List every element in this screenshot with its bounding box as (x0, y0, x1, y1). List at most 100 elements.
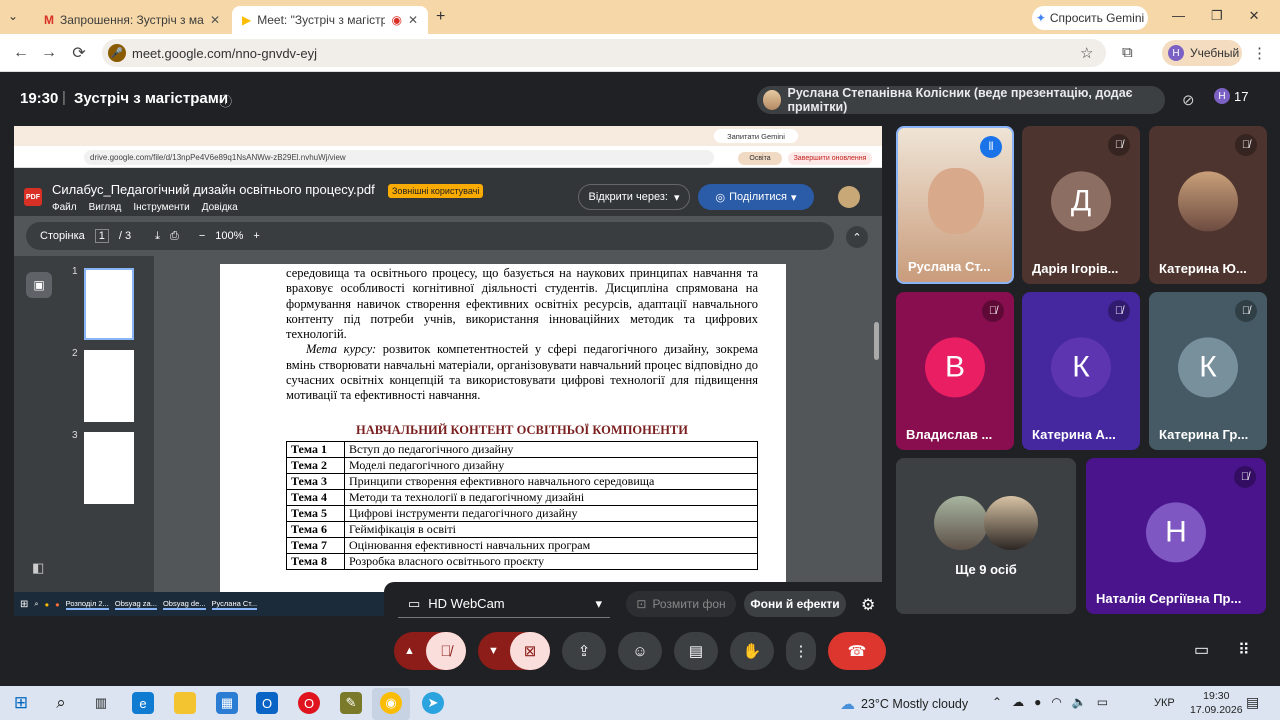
chevron-up-icon[interactable]: ⌃ (992, 695, 1002, 709)
blur-button[interactable]: ⊡ Розмити фон (626, 591, 736, 617)
menu-icon[interactable]: ⋮ (1252, 44, 1267, 62)
participant-tile[interactable]: В 🎙̸ Владислав ... (896, 292, 1014, 450)
activities-icon[interactable]: ⠿ (1238, 640, 1250, 660)
topic-number: Тема 7 (286, 536, 345, 554)
minimize-icon[interactable]: — (1172, 8, 1185, 24)
chevron-down-icon: ▼ (488, 645, 499, 657)
tab-search-icon[interactable]: ⌄ (8, 9, 18, 23)
inner-gemini-button: Запитати Gemini (714, 129, 798, 143)
table-row: Тема 5 Цифрові інструменти педагогічного … (286, 504, 758, 522)
avatar: К (1051, 337, 1111, 398)
leave-call-button[interactable]: ☎ (828, 632, 886, 670)
clock[interactable]: 19:30 17.09.2026 (1190, 689, 1243, 717)
close-icon[interactable]: ✕ (408, 13, 418, 27)
blur-label: Розмити фон (652, 597, 726, 611)
captions-button[interactable]: ▤ (674, 632, 718, 670)
onedrive-icon[interactable]: ☁ (1012, 695, 1024, 709)
more-participants-tile[interactable]: Ще 9 осіб (896, 458, 1076, 614)
gemini-button[interactable]: ✦ Спросить Gemini (1032, 6, 1148, 30)
globe-icon: ◎ (715, 191, 726, 204)
table-row: Тема 7 Оцінювання ефективності навчальних… (286, 536, 758, 554)
participant-tile[interactable]: К 🎙̸ Катерина А... (1022, 292, 1140, 450)
maximize-icon[interactable]: ❐ (1211, 8, 1223, 24)
microphone-icon[interactable]: 🎤 (108, 44, 126, 62)
store-icon[interactable]: ▦ (216, 692, 238, 714)
mic-toggle-button[interactable]: 🎙̸ (426, 632, 466, 670)
tab-label: Meet: "Зустріч з магістрам (257, 13, 386, 27)
chat-icon[interactable]: ▭ (1194, 640, 1209, 660)
profile-button[interactable]: Н Учебный (1162, 40, 1242, 66)
reactions-button[interactable]: ☺ (618, 632, 662, 670)
dropdown-icon: ▾ (673, 191, 680, 204)
topic-name: Моделі педагогічного дизайну (344, 456, 758, 474)
table-row: Тема 2 Моделі педагогічного дизайну (286, 456, 758, 474)
camera-toggle-button[interactable]: ⊠ (510, 632, 550, 670)
participant-name: Катерина А... (1032, 427, 1116, 442)
extensions-icon[interactable]: ⧉ (1122, 44, 1133, 61)
notifications-icon[interactable]: ▤ (1246, 694, 1259, 711)
raise-hand-button[interactable]: ✋ (730, 632, 774, 670)
participant-tile[interactable]: К 🎙̸ Катерина Гр... (1149, 292, 1267, 450)
participant-tile[interactable]: Д 🎙̸ Дарія Ігорів... (1022, 126, 1140, 284)
windows-icon: ⊞ (20, 598, 29, 610)
page-input: 1 (94, 229, 109, 243)
tab-meet[interactable]: ▶ Meet: "Зустріч з магістрам ◉ ✕ (232, 6, 428, 34)
thumb-number: 1 (72, 266, 78, 277)
avatar (934, 496, 988, 550)
shared-screen: Запитати Gemini drive.google.com/file/d/… (14, 126, 882, 592)
present-button[interactable]: ⇪ (562, 632, 606, 670)
volume-icon[interactable]: 🔈 (1072, 695, 1087, 709)
address-bar[interactable]: meet.google.com/nno-gnvdv-eyj (102, 39, 1106, 67)
back-icon[interactable]: ← (10, 42, 32, 64)
reload-icon[interactable]: ⟳ (68, 42, 90, 64)
meeting-time: 19:30 (20, 90, 59, 107)
forward-icon[interactable]: → (38, 42, 60, 64)
info-icon[interactable]: ⓘ (219, 91, 232, 110)
close-icon[interactable]: ✕ (210, 13, 220, 27)
firefox-icon: ● (55, 599, 60, 609)
topic-number: Тема 8 (286, 552, 345, 570)
edge-icon[interactable]: e (132, 692, 154, 714)
wifi-icon[interactable]: ◠ (1051, 695, 1061, 709)
avatar: Н (1146, 502, 1206, 563)
bookmark-star-icon[interactable]: ☆ (1080, 44, 1093, 62)
participants-button[interactable]: Н 17 (1214, 88, 1248, 104)
thumbnail-sidebar: ▣ 1 2 3 ◧ (14, 256, 154, 592)
participant-name: Владислав ... (906, 427, 993, 442)
more-options-button[interactable]: ⋮ (786, 632, 816, 670)
close-window-icon[interactable]: ✕ (1249, 8, 1260, 24)
app-icon[interactable]: ✎ (340, 692, 362, 714)
outlook-icon[interactable]: O (256, 692, 278, 714)
search-icon[interactable]: ⌕ (50, 692, 72, 714)
download-icon: ⤓ (155, 229, 161, 242)
tab-gmail[interactable]: M Запрошення: Зустріч з магістр ✕ (34, 6, 230, 34)
new-tab-button[interactable]: + (436, 8, 445, 26)
folder-icon[interactable] (174, 692, 196, 714)
battery-icon[interactable]: ▭ (1097, 695, 1108, 709)
chrome-icon[interactable]: ◉ (380, 692, 402, 714)
presenter-chip[interactable]: Руслана Степанівна Колісник (веде презен… (757, 86, 1165, 114)
profile-label: Учебный (1190, 46, 1240, 60)
inner-profile: Освіта (738, 152, 782, 165)
windows-start-icon[interactable]: ⊞ (10, 692, 32, 714)
opera-icon[interactable]: O (298, 692, 320, 714)
clock-time: 19:30 (1203, 690, 1230, 702)
separator: | (62, 89, 66, 106)
settings-icon[interactable]: ⚙ (861, 595, 875, 615)
camera-select[interactable]: ▭ HD WebCam ▾ (398, 590, 610, 618)
participant-tile[interactable]: Н 🎙̸ Наталія Сергіївна Пр... (1086, 458, 1266, 614)
mic-off-icon: 🎙̸ (440, 642, 452, 660)
weather-widget[interactable]: ☁ 23°C Mostly cloudy (840, 695, 968, 713)
telegram-icon[interactable]: ➤ (422, 692, 444, 714)
table-row: Тема 8 Розробка власного освітнього проєк… (286, 552, 758, 570)
participant-tile[interactable]: ⦀ Руслана Ст... (896, 126, 1014, 284)
mic-tray-icon[interactable]: ● (1034, 695, 1041, 709)
participant-tile[interactable]: 🎙̸ Катерина Ю... (1149, 126, 1267, 284)
task-view-icon[interactable]: ▥ (90, 692, 112, 714)
language-indicator[interactable]: УКР (1154, 697, 1175, 709)
effects-button[interactable]: Фони й ефекти (744, 591, 846, 617)
zoom-in-icon: + (253, 230, 260, 242)
hand-icon: ✋ (742, 643, 762, 660)
hide-tiles-icon[interactable]: ⊘ (1182, 91, 1195, 109)
table-row: Тема 3 Принципи створення ефективного нав… (286, 472, 758, 490)
